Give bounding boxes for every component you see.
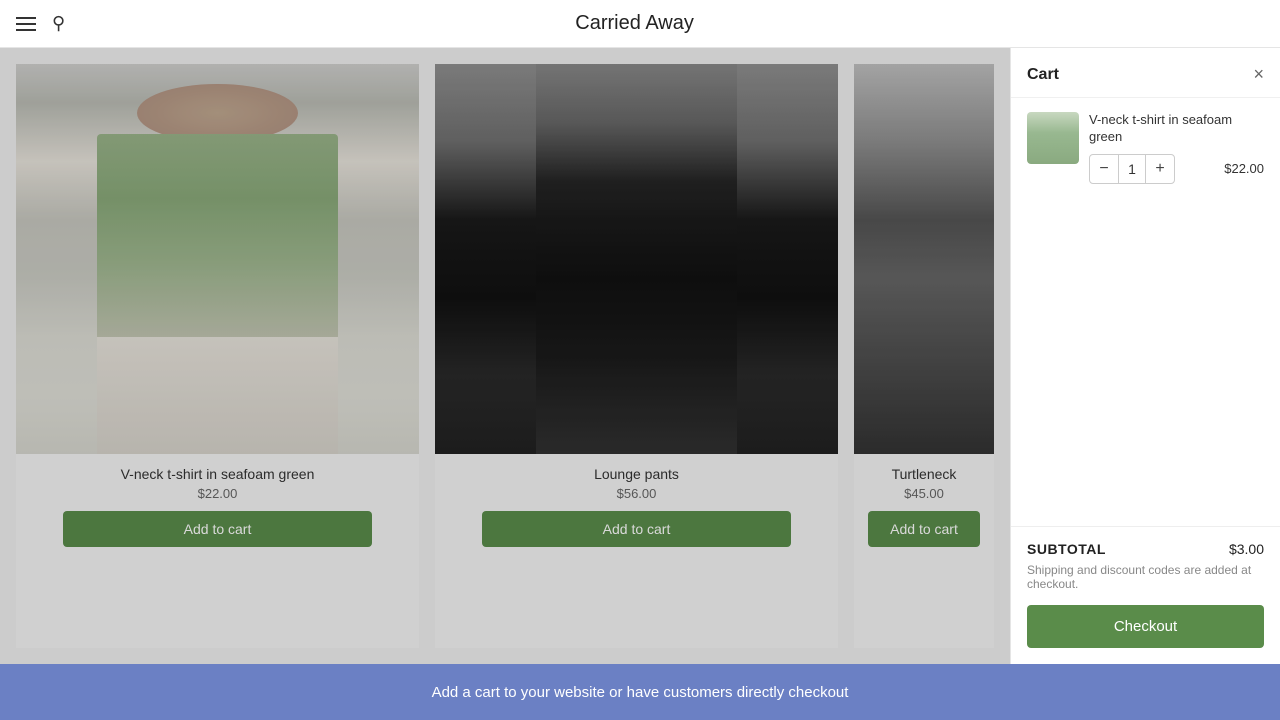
product-figure-body	[97, 134, 339, 349]
product-image-2	[435, 64, 838, 454]
product-figure-2	[536, 64, 738, 454]
cart-item-name: V-neck t-shirt in seafoam green	[1089, 112, 1264, 146]
product-img-2-bg	[435, 64, 838, 454]
subtotal-value: $3.00	[1229, 541, 1264, 557]
quantity-value: 1	[1118, 155, 1146, 183]
subtotal-label: SUBTOTAL	[1027, 541, 1106, 557]
cart-title: Cart	[1027, 66, 1059, 84]
main-content: V-neck t-shirt in seafoam green $22.00 A…	[0, 0, 1280, 720]
close-icon: ×	[1253, 64, 1264, 85]
cart-item-qty-price-row: − 1 + $22.00	[1089, 154, 1264, 184]
add-to-cart-button-3[interactable]: Add to cart	[868, 511, 980, 547]
add-to-cart-button-2[interactable]: Add to cart	[482, 511, 792, 547]
product-price-2: $56.00	[443, 486, 830, 501]
product-card-3: Turtleneck $45.00 Add to cart	[854, 64, 994, 648]
quantity-decrease-button[interactable]: −	[1090, 155, 1118, 183]
product-card-1: V-neck t-shirt in seafoam green $22.00 A…	[16, 64, 419, 648]
product-image-3	[854, 64, 994, 454]
banner-text: Add a cart to your website or have custo…	[432, 684, 849, 701]
product-name-3: Turtleneck	[862, 466, 986, 482]
header-left-icons: ⚲	[16, 13, 65, 34]
product-price-3: $45.00	[862, 486, 986, 501]
cart-sidebar: Cart × V-neck t-shirt in seafoam green −…	[1010, 48, 1280, 664]
product-figure-3-legs	[854, 279, 994, 455]
hamburger-icon[interactable]	[16, 17, 36, 31]
products-grid: V-neck t-shirt in seafoam green $22.00 A…	[0, 48, 1010, 664]
product-card-2: Lounge pants $56.00 Add to cart	[435, 64, 838, 648]
cart-item-thumb-image	[1027, 112, 1079, 164]
cart-footer: SUBTOTAL $3.00 Shipping and discount cod…	[1011, 526, 1280, 664]
checkout-button[interactable]: Checkout	[1027, 605, 1264, 648]
product-image-1	[16, 64, 419, 454]
cart-header: Cart ×	[1011, 48, 1280, 98]
cart-item-thumbnail	[1027, 112, 1079, 164]
product-price-1: $22.00	[24, 486, 411, 501]
product-info-3: Turtleneck $45.00 Add to cart	[854, 454, 994, 567]
site-header: ⚲ Carried Away	[0, 0, 1280, 48]
quantity-controls: − 1 +	[1089, 154, 1175, 184]
product-info-2: Lounge pants $56.00 Add to cart	[435, 454, 838, 567]
shipping-note: Shipping and discount codes are added at…	[1027, 563, 1264, 591]
promo-banner: Add a cart to your website or have custo…	[0, 664, 1280, 720]
quantity-increase-button[interactable]: +	[1146, 155, 1174, 183]
product-img-3-bg	[854, 64, 994, 454]
cart-item: V-neck t-shirt in seafoam green − 1 + $2…	[1011, 98, 1280, 198]
cart-close-button[interactable]: ×	[1253, 64, 1264, 85]
product-figure-pants	[97, 337, 339, 454]
subtotal-row: SUBTOTAL $3.00	[1027, 541, 1264, 557]
add-to-cart-button-1[interactable]: Add to cart	[63, 511, 373, 547]
product-name-1: V-neck t-shirt in seafoam green	[24, 466, 411, 482]
product-info-1: V-neck t-shirt in seafoam green $22.00 A…	[16, 454, 419, 567]
product-img-1-bg	[16, 64, 419, 454]
product-name-2: Lounge pants	[443, 466, 830, 482]
cart-item-price: $22.00	[1224, 161, 1264, 176]
site-title: Carried Away	[575, 12, 694, 35]
cart-item-details: V-neck t-shirt in seafoam green − 1 + $2…	[1089, 112, 1264, 184]
search-icon[interactable]: ⚲	[52, 13, 65, 34]
